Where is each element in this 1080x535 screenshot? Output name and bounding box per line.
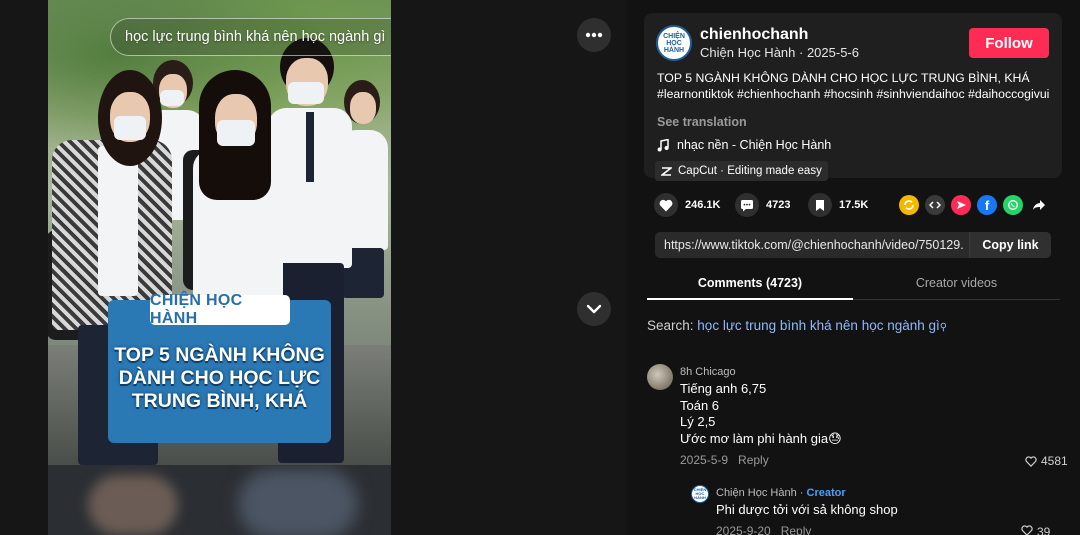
comment-count: 4723 (766, 199, 791, 211)
capcut-icon (661, 166, 672, 176)
next-video-preview[interactable] (48, 465, 391, 535)
reply-date: 2025-9-20 (716, 524, 771, 535)
reply-avatar-text: CHIỆN HỌC HÀNH (693, 487, 707, 500)
reply-author-avatar[interactable]: CHIỆN HỌC HÀNH (691, 485, 709, 503)
creator-badge: Creator (806, 487, 846, 499)
capcut-badge[interactable]: CapCut · Editing made easy (655, 161, 828, 181)
post-caption: TOP 5 NGÀNH KHÔNG DÀNH CHO HỌC LỰC TRUNG… (657, 71, 1030, 85)
comment-action[interactable]: 4723 (735, 193, 790, 217)
post-description: TOP 5 NGÀNH KHÔNG DÀNH CHO HỌC LỰC TRUNG… (657, 71, 1057, 102)
heart-outline-icon (1025, 455, 1037, 467)
share-link-box: https://www.tiktok.com/@chienhochanh/vid… (655, 232, 1051, 258)
send-icon[interactable] (951, 195, 971, 215)
like-count: 246.1K (685, 199, 721, 211)
author-username[interactable]: chienhochanh (700, 26, 808, 44)
comment-date: 2025-5-9 (680, 453, 729, 467)
comment-line: Toán 6 (680, 397, 720, 413)
reply-author[interactable]: Chiện Học Hành · Creator (716, 487, 846, 499)
capcut-label: CapCut · Editing made easy (678, 165, 822, 177)
video-channel-label: CHIỆN HỌC HÀNH (150, 292, 290, 327)
chevron-down-icon (586, 304, 602, 314)
facebook-icon[interactable]: f (977, 195, 997, 215)
video-search-overlay[interactable]: học lực trung bình khá nên học ngành gì (110, 18, 391, 56)
avatar-text: CHIỆN HỌC HÀNH (663, 32, 685, 54)
post-hashtags[interactable]: #learnontiktok #chienhochanh #hocsinh #s… (657, 87, 1057, 103)
share-url[interactable]: https://www.tiktok.com/@chienhochanh/vid… (664, 232, 964, 258)
embed-icon[interactable] (925, 195, 945, 215)
search-keyword-link[interactable]: học lực trung bình khá nên học ngành gì (697, 318, 939, 333)
details-panel: CHIỆN HỌC HÀNH chienhochanh Chiện Học Hà… (627, 0, 1080, 535)
active-tab-indicator (647, 298, 853, 300)
comment-reply-button[interactable]: Reply (738, 453, 769, 467)
music-link[interactable]: nhạc nền - Chiện Học Hành (657, 138, 831, 152)
music-note-icon (657, 138, 669, 151)
commenter-username[interactable]: 8h Chicago (680, 366, 736, 378)
like-action[interactable]: 246.1K (654, 193, 720, 217)
author-name-date: Chiện Học Hành · 2025-5-6 (700, 45, 859, 60)
reply-text: Phi dược tởi với sả không shop (716, 502, 898, 517)
search-prefix: Search: (647, 318, 694, 333)
follow-button[interactable]: Follow (969, 28, 1049, 58)
commenter-avatar[interactable] (647, 364, 673, 390)
search-icon[interactable]: ⚲ (940, 322, 947, 333)
comment-like-count: 4581 (1041, 454, 1068, 468)
reply-like-count: 39 (1037, 525, 1051, 535)
see-translation-link[interactable]: See translation (657, 115, 747, 129)
tab-creator-videos[interactable]: Creator videos (853, 276, 1060, 290)
whatsapp-icon[interactable] (1003, 195, 1023, 215)
share-arrow-icon[interactable] (1029, 195, 1049, 215)
next-video-button[interactable] (577, 292, 611, 326)
music-label: nhạc nền - Chiện Học Hành (677, 138, 832, 152)
reply-reply-button[interactable]: Reply (781, 524, 812, 535)
tab-comments[interactable]: Comments (4723) (647, 276, 853, 290)
comment-search-suggestion: Search: học lực trung bình khá nên học n… (647, 318, 947, 333)
author-avatar[interactable]: CHIỆN HỌC HÀNH (656, 25, 692, 61)
reply-meta: 2025-9-20 Reply (716, 524, 811, 535)
comment-text: Tiếng anh 6,75 Toán 6 Lý 2,5 Ước mơ làm … (680, 381, 842, 447)
copy-link-button[interactable]: Copy link (969, 232, 1051, 258)
reply-author-name: Chiện Học Hành (716, 487, 797, 499)
bookmark-icon (808, 193, 832, 217)
repost-icon[interactable] (899, 195, 919, 215)
video-overlay-title: TOP 5 NGÀNH KHÔNG DÀNH CHO HỌC LỰC TRUNG… (114, 344, 325, 412)
video-area: học lực trung bình khá nên học ngành gì … (0, 0, 627, 535)
heart-icon (654, 193, 678, 217)
comment-line: Ước mơ làm phi hành gia😓 (680, 430, 842, 446)
save-action[interactable]: 17.5K (808, 193, 868, 217)
heart-outline-icon (1021, 525, 1033, 535)
panel-tabs: Comments (4723) Creator videos (647, 272, 1060, 300)
comment-like-button[interactable]: 4581 (1025, 454, 1068, 468)
comment-line: Lý 2,5 (680, 414, 716, 429)
more-options-button[interactable] (577, 18, 611, 52)
video-search-query: học lực trung bình khá nên học ngành gì (125, 29, 386, 45)
more-dots-icon (585, 32, 603, 38)
post-info-card: CHIỆN HỌC HÀNH chienhochanh Chiện Học Hà… (644, 13, 1062, 181)
comment-line: Tiếng anh 6,75 (680, 381, 767, 396)
action-bar: 246.1K 4723 17.5K f (654, 193, 1054, 217)
reply-like-button[interactable]: 39 (1021, 525, 1050, 535)
comment-meta: 2025-5-9 Reply (680, 453, 769, 467)
comment-icon (735, 193, 759, 217)
save-count: 17.5K (839, 199, 869, 211)
